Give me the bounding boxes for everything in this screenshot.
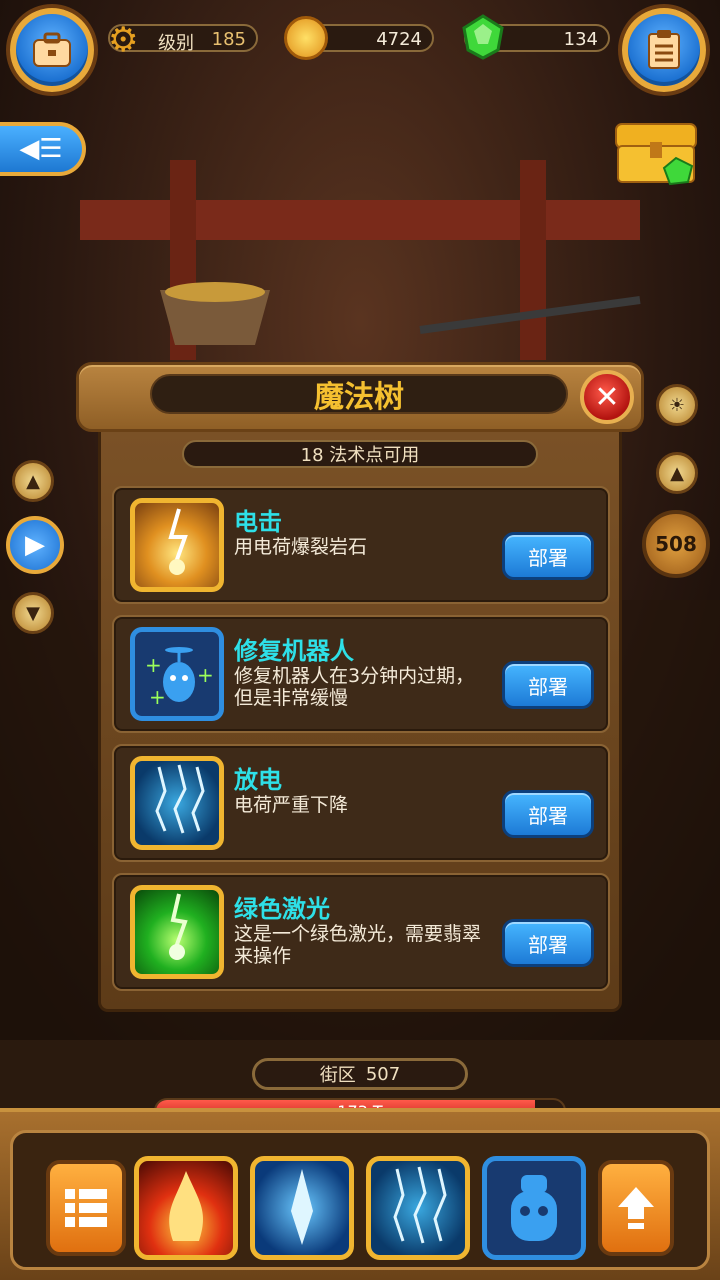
treasure-chest-button[interactable]	[614, 118, 698, 188]
deploy-button[interactable]: 部署	[502, 532, 594, 580]
level-stat: ⚙ 级别 185	[108, 20, 258, 60]
skill-description: 修复机器人在3分钟内过期，但是非常缓慢	[234, 665, 475, 709]
lightning-burst-icon	[130, 498, 224, 592]
ice-skill-slot[interactable]	[250, 1156, 354, 1260]
coins-stat: 4724	[284, 16, 434, 60]
close-icon: ✕	[594, 379, 620, 415]
arrow-up-icon: ▲	[670, 462, 684, 484]
sun-icon: ☀	[668, 394, 686, 416]
repair-robot-icon: + + +	[130, 627, 224, 721]
brightness-button[interactable]: ☀	[656, 384, 698, 426]
fire-icon	[169, 1171, 204, 1241]
depth-counter: 508	[642, 510, 710, 578]
briefcase-icon	[33, 32, 71, 67]
gear-icon: ⚙	[108, 20, 139, 60]
arrow-up-icon: ▲	[26, 470, 40, 492]
treasure-chest-icon	[615, 123, 697, 186]
dialog-title: 魔法树	[314, 380, 404, 415]
back-menu-icon: ◀☰	[19, 134, 63, 164]
deploy-button[interactable]: 部署	[502, 661, 594, 709]
skill-description: 电荷严重下降	[234, 794, 349, 816]
block-label: 街区	[319, 1065, 356, 1086]
deploy-button[interactable]: 部署	[502, 919, 594, 967]
level-label: 级别	[158, 33, 194, 54]
depth-value: 508	[655, 532, 697, 556]
green-laser-icon	[130, 885, 224, 979]
skill-row: 电击 用电荷爆裂岩石 部署	[112, 486, 610, 604]
spell-points-text: 18 法术点可用	[300, 445, 420, 466]
skill-description: 用电荷爆裂岩石	[234, 536, 368, 558]
list-icon	[65, 1189, 107, 1227]
gems-value: 134	[563, 29, 598, 50]
clipboard-icon	[648, 30, 680, 69]
quests-button[interactable]	[622, 8, 706, 92]
skill-name: 电击	[234, 508, 282, 536]
block-indicator: 街区 507	[252, 1058, 468, 1090]
svg-text:+: +	[145, 653, 162, 677]
coin-icon	[284, 16, 328, 60]
back-menu-button[interactable]: ◀☰	[0, 122, 86, 176]
svg-text:+: +	[197, 663, 214, 687]
emerald-icon	[462, 14, 504, 60]
svg-text:+: +	[149, 685, 166, 709]
level-value: 185	[211, 29, 246, 50]
coins-value: 4724	[376, 29, 422, 50]
skill-row: 绿色激光 这是一个绿色激光，需要翡翠来操作 部署	[112, 873, 610, 991]
close-button[interactable]: ✕	[580, 370, 634, 424]
ice-lightning-icon	[291, 1169, 313, 1245]
robot-icon	[511, 1175, 557, 1241]
arrow-up-icon	[618, 1187, 654, 1229]
upgrade-button[interactable]	[598, 1160, 674, 1256]
play-button[interactable]: ▶	[6, 516, 64, 574]
list-menu-button[interactable]	[46, 1160, 126, 1256]
block-value: 507	[365, 1063, 401, 1085]
scroll-down-button[interactable]: ▼	[12, 592, 54, 634]
scroll-up-right-button[interactable]: ▲	[656, 452, 698, 494]
arrow-down-icon: ▼	[26, 602, 40, 624]
spell-points-bar: 18 法术点可用	[182, 440, 538, 468]
discharge-icon	[130, 756, 224, 850]
deploy-button[interactable]: 部署	[502, 790, 594, 838]
robot-skill-slot[interactable]	[482, 1156, 586, 1260]
skill-row: 放电 电荷严重下降 部署	[112, 744, 610, 862]
inventory-button[interactable]	[10, 8, 94, 92]
play-icon: ▶	[25, 530, 45, 560]
skill-name: 放电	[234, 766, 282, 794]
skill-description: 这是一个绿色激光，需要翡翠来操作	[234, 923, 482, 967]
scroll-up-button[interactable]: ▲	[12, 460, 54, 502]
skill-name: 绿色激光	[234, 895, 330, 923]
gems-stat: 134	[462, 14, 610, 60]
discharge-icon	[393, 1166, 447, 1244]
dialog-title-bar: 魔法树	[150, 374, 568, 415]
skill-row: + + + 修复机器人 修复机器人在3分钟内过期，但是非常缓慢 部署	[112, 615, 610, 733]
discharge-skill-slot[interactable]	[366, 1156, 470, 1260]
skill-name: 修复机器人	[234, 637, 354, 665]
fire-skill-slot[interactable]	[134, 1156, 238, 1260]
